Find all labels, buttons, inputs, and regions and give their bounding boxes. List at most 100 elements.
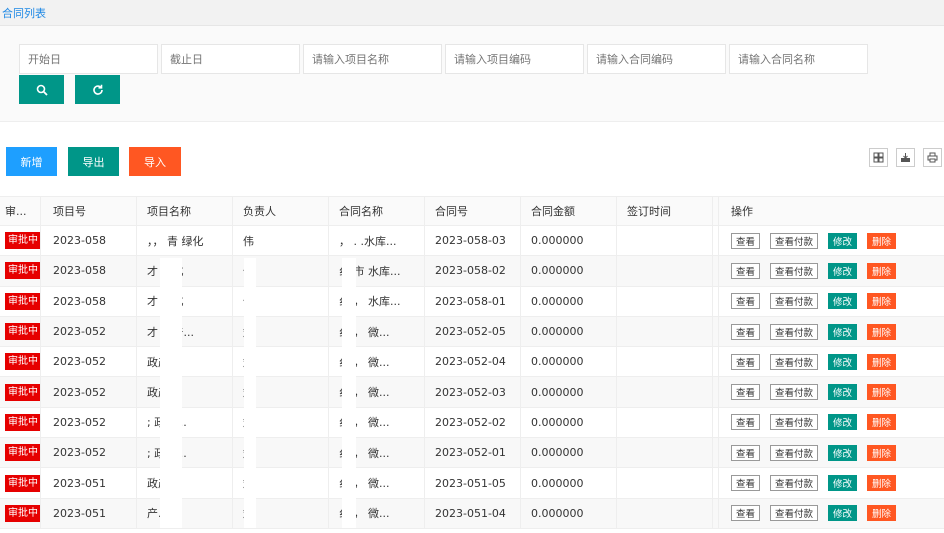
project-name-cell: 才 政产... bbox=[137, 316, 233, 347]
col-owner[interactable]: 负责人 bbox=[233, 197, 329, 225]
view-payment-button[interactable]: 查看付款 bbox=[770, 475, 819, 492]
col-status[interactable]: 审... bbox=[0, 197, 41, 225]
contract-name-input[interactable] bbox=[729, 44, 868, 74]
export-button[interactable]: 导出 bbox=[68, 147, 119, 176]
ops-cell: 查看 查看付款 修改 删除 bbox=[719, 499, 944, 528]
status-badge: 审批中 bbox=[5, 474, 40, 492]
delete-button[interactable]: 删除 bbox=[867, 353, 897, 370]
amount-cell: 0.000000 bbox=[521, 286, 617, 316]
sign-date-cell bbox=[617, 377, 713, 407]
edit-button[interactable]: 修改 bbox=[828, 232, 858, 249]
edit-button[interactable]: 修改 bbox=[828, 384, 858, 401]
view-payment-button[interactable]: 查看付款 bbox=[770, 293, 819, 310]
view-button[interactable]: 查看 bbox=[731, 293, 761, 310]
project-name-cell: 才 绿化 bbox=[137, 286, 233, 316]
view-payment-button[interactable]: 查看付款 bbox=[770, 414, 819, 431]
amount-cell: 0.000000 bbox=[521, 498, 617, 528]
columns-icon[interactable] bbox=[869, 148, 888, 167]
view-payment-button[interactable]: 查看付款 bbox=[770, 232, 819, 249]
export-icon[interactable] bbox=[896, 148, 915, 167]
col-project-name[interactable]: 项目名称 bbox=[137, 197, 233, 225]
view-button[interactable]: 查看 bbox=[731, 353, 761, 370]
status-badge: 审批中 bbox=[5, 292, 40, 310]
ops-cell: 查看 查看付款 修改 删除 bbox=[719, 468, 944, 497]
start-date-input[interactable] bbox=[19, 44, 158, 74]
project-no-cell: 2023-052 bbox=[41, 377, 137, 407]
col-contract-name[interactable]: 合同名称 bbox=[329, 197, 425, 225]
view-button[interactable]: 查看 bbox=[731, 505, 761, 522]
project-no-cell: 2023-052 bbox=[41, 407, 137, 438]
amount-cell: 0.000000 bbox=[521, 438, 617, 468]
sign-date-cell bbox=[617, 256, 713, 286]
edit-button[interactable]: 修改 bbox=[828, 323, 858, 340]
ops-cell: 查看 查看付款 修改 删除 bbox=[719, 347, 944, 376]
table-body: 审批中 2023-058，， 青 绿化 伟， . .水库... 2023-058-0… bbox=[0, 226, 944, 529]
project-code-input[interactable] bbox=[445, 44, 584, 74]
col-amount[interactable]: 合同金额 bbox=[521, 197, 617, 225]
ops-cell: 查看 查看付款 修改 删除 bbox=[719, 377, 944, 406]
amount-cell: 0.000000 bbox=[521, 468, 617, 498]
view-button[interactable]: 查看 bbox=[731, 323, 761, 340]
table-row: 审批中2023-052 ; 政产... 斌 纟 ， 微...2023-052-0… bbox=[0, 438, 944, 469]
project-name-cell: 产... bbox=[137, 498, 233, 528]
delete-button[interactable]: 删除 bbox=[867, 323, 897, 340]
col-sign-date[interactable]: 签订时间 bbox=[617, 197, 713, 225]
view-payment-button[interactable]: 查看付款 bbox=[770, 384, 819, 401]
refresh-button[interactable] bbox=[75, 75, 120, 104]
view-button[interactable]: 查看 bbox=[731, 232, 761, 249]
contract-table: 审... 项目号 项目名称 负责人 合同名称 合同号 合同金额 签订时间 操作 … bbox=[0, 196, 944, 529]
view-button[interactable]: 查看 bbox=[731, 444, 761, 461]
delete-button[interactable]: 删除 bbox=[867, 262, 897, 279]
table-row: 审批中2023-058才 绿化 伟 纟 ， 水库...2023-058-010.… bbox=[0, 286, 944, 317]
project-no-cell: 2023-052 bbox=[41, 347, 137, 377]
sign-date-cell bbox=[617, 316, 713, 347]
view-button[interactable]: 查看 bbox=[731, 262, 761, 279]
table-row: 审批中2023-058才 绿化 伟 纟 市 水库...2023-058-020.… bbox=[0, 256, 944, 287]
search-button[interactable] bbox=[19, 75, 64, 104]
edit-button[interactable]: 修改 bbox=[828, 353, 858, 370]
view-button[interactable]: 查看 bbox=[731, 475, 761, 492]
table-row: 审批中2023-052 政产... 斌 纟 ， 微...2023-052-030… bbox=[0, 377, 944, 408]
owner-cell: 伟 bbox=[233, 226, 329, 256]
edit-button[interactable]: 修改 bbox=[828, 414, 858, 431]
view-payment-button[interactable]: 查看付款 bbox=[770, 353, 819, 370]
edit-button[interactable]: 修改 bbox=[828, 293, 858, 310]
view-payment-button[interactable]: 查看付款 bbox=[770, 505, 819, 522]
view-payment-button[interactable]: 查看付款 bbox=[770, 444, 819, 461]
import-button[interactable]: 导入 bbox=[129, 147, 181, 176]
status-badge: 审批中 bbox=[5, 262, 40, 280]
edit-button[interactable]: 修改 bbox=[828, 262, 858, 279]
status-cell: 审批中 bbox=[0, 286, 41, 316]
view-button[interactable]: 查看 bbox=[731, 414, 761, 431]
edit-button[interactable]: 修改 bbox=[828, 505, 858, 522]
contract-code-input[interactable] bbox=[587, 44, 726, 74]
project-name-input[interactable] bbox=[303, 44, 442, 74]
delete-button[interactable]: 删除 bbox=[867, 444, 897, 461]
col-project-no[interactable]: 项目号 bbox=[41, 197, 137, 225]
sign-date-cell bbox=[617, 226, 713, 256]
edit-button[interactable]: 修改 bbox=[828, 475, 858, 492]
delete-button[interactable]: 删除 bbox=[867, 232, 897, 249]
delete-button[interactable]: 删除 bbox=[867, 475, 897, 492]
add-button[interactable]: 新增 bbox=[6, 147, 57, 176]
view-payment-button[interactable]: 查看付款 bbox=[770, 323, 819, 340]
project-name-cell: 政产... bbox=[137, 347, 233, 377]
status-cell: 审批中 bbox=[0, 498, 41, 528]
project-no-cell: 2023-052 bbox=[41, 316, 137, 347]
delete-button[interactable]: 删除 bbox=[867, 384, 897, 401]
project-no-cell: 2023-051 bbox=[41, 468, 137, 498]
col-contract-no[interactable]: 合同号 bbox=[425, 197, 521, 225]
view-button[interactable]: 查看 bbox=[731, 384, 761, 401]
amount-cell: 0.000000 bbox=[521, 377, 617, 407]
delete-button[interactable]: 删除 bbox=[867, 414, 897, 431]
edit-button[interactable]: 修改 bbox=[828, 444, 858, 461]
print-icon[interactable] bbox=[923, 148, 942, 167]
delete-button[interactable]: 删除 bbox=[867, 505, 897, 522]
status-badge: 审批中 bbox=[5, 444, 40, 462]
end-date-input[interactable] bbox=[161, 44, 300, 74]
sign-date-cell bbox=[617, 407, 713, 438]
view-payment-button[interactable]: 查看付款 bbox=[770, 262, 819, 279]
amount-cell: 0.000000 bbox=[521, 407, 617, 438]
delete-button[interactable]: 删除 bbox=[867, 293, 897, 310]
sign-date-cell bbox=[617, 468, 713, 498]
